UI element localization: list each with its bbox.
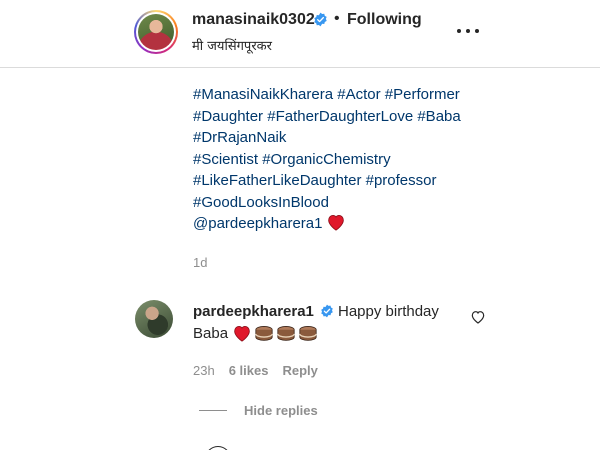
comment-meta: 23h 6 likes Reply [193, 363, 332, 378]
heart-outline-icon[interactable] [470, 309, 486, 325]
caption-line: #Daughter #FatherDaughterLove #Baba [193, 106, 493, 128]
replies-divider [199, 410, 227, 411]
hashtag-link[interactable]: #Scientist [193, 151, 258, 168]
caption-line: #GoodLooksInBlood [193, 192, 493, 214]
hashtag-link[interactable]: #Baba [417, 108, 460, 125]
more-dot [457, 29, 461, 33]
caption-timestamp[interactable]: 1d [193, 255, 207, 270]
hide-replies-button[interactable]: Hide replies [244, 403, 318, 418]
avatar-border [136, 12, 176, 52]
more-dot [475, 29, 479, 33]
reply-avatar[interactable] [205, 446, 231, 450]
hashtag-link[interactable]: #DrRajanNaik [193, 129, 286, 146]
comment-text-line2: Baba [193, 324, 318, 342]
caption-line: @pardeepkharera1 [193, 213, 493, 235]
separator-dot: • [334, 10, 340, 27]
red-heart-emoji [234, 326, 250, 342]
hashtag-link[interactable]: #GoodLooksInBlood [193, 194, 329, 211]
commenter-avatar[interactable] [135, 300, 173, 338]
verified-badge-icon [314, 12, 327, 27]
reply-button[interactable]: Reply [282, 363, 317, 378]
cake-emoji [255, 326, 273, 341]
hashtag-link[interactable]: #OrganicChemistry [262, 151, 390, 168]
red-heart-emoji [328, 215, 345, 231]
post-location[interactable]: मी जयसिंगपूरकर [192, 36, 272, 54]
comment-text-word: Baba [193, 324, 229, 342]
more-options-icon[interactable] [455, 22, 481, 40]
post-header: manasinaik0302 • Following मी जयसिंगपूरक… [0, 0, 600, 68]
hashtag-link[interactable]: #Daughter [193, 108, 263, 125]
cake-emoji [277, 326, 295, 341]
hashtag-link[interactable]: #ManasiNaikKharera [193, 86, 333, 103]
author-avatar[interactable] [134, 10, 178, 54]
comment-text: Happy birthday [338, 303, 439, 320]
author-username[interactable]: manasinaik0302 [192, 11, 315, 29]
more-dot [466, 29, 470, 33]
hashtag-link[interactable]: #FatherDaughterLove [267, 108, 413, 125]
comment-likes-count[interactable]: 6 likes [229, 363, 269, 378]
hashtag-link[interactable]: #Actor [337, 86, 380, 103]
caption-line: #DrRajanNaik [193, 127, 493, 149]
hashtag-link[interactable]: #professor [366, 172, 437, 189]
comment-timestamp[interactable]: 23h [193, 363, 215, 378]
cake-emoji [299, 326, 317, 341]
hashtag-link[interactable]: #Performer [385, 86, 460, 103]
caption-line: #LikeFatherLikeDaughter #professor [193, 170, 493, 192]
following-button[interactable]: Following [347, 11, 422, 29]
caption-line: #Scientist #OrganicChemistry [193, 149, 493, 171]
caption-line: #ManasiNaikKharera #Actor #Performer [193, 84, 493, 106]
post-caption: #ManasiNaikKharera #Actor #Performer #Dau… [193, 84, 493, 235]
mention-link[interactable]: @pardeepkharera1 [193, 215, 322, 232]
hashtag-link[interactable]: #LikeFatherLikeDaughter [193, 172, 361, 189]
verified-badge-icon [321, 304, 333, 318]
commenter-username[interactable]: pardeepkharera1 [193, 303, 314, 320]
author-avatar-photo [138, 14, 174, 50]
